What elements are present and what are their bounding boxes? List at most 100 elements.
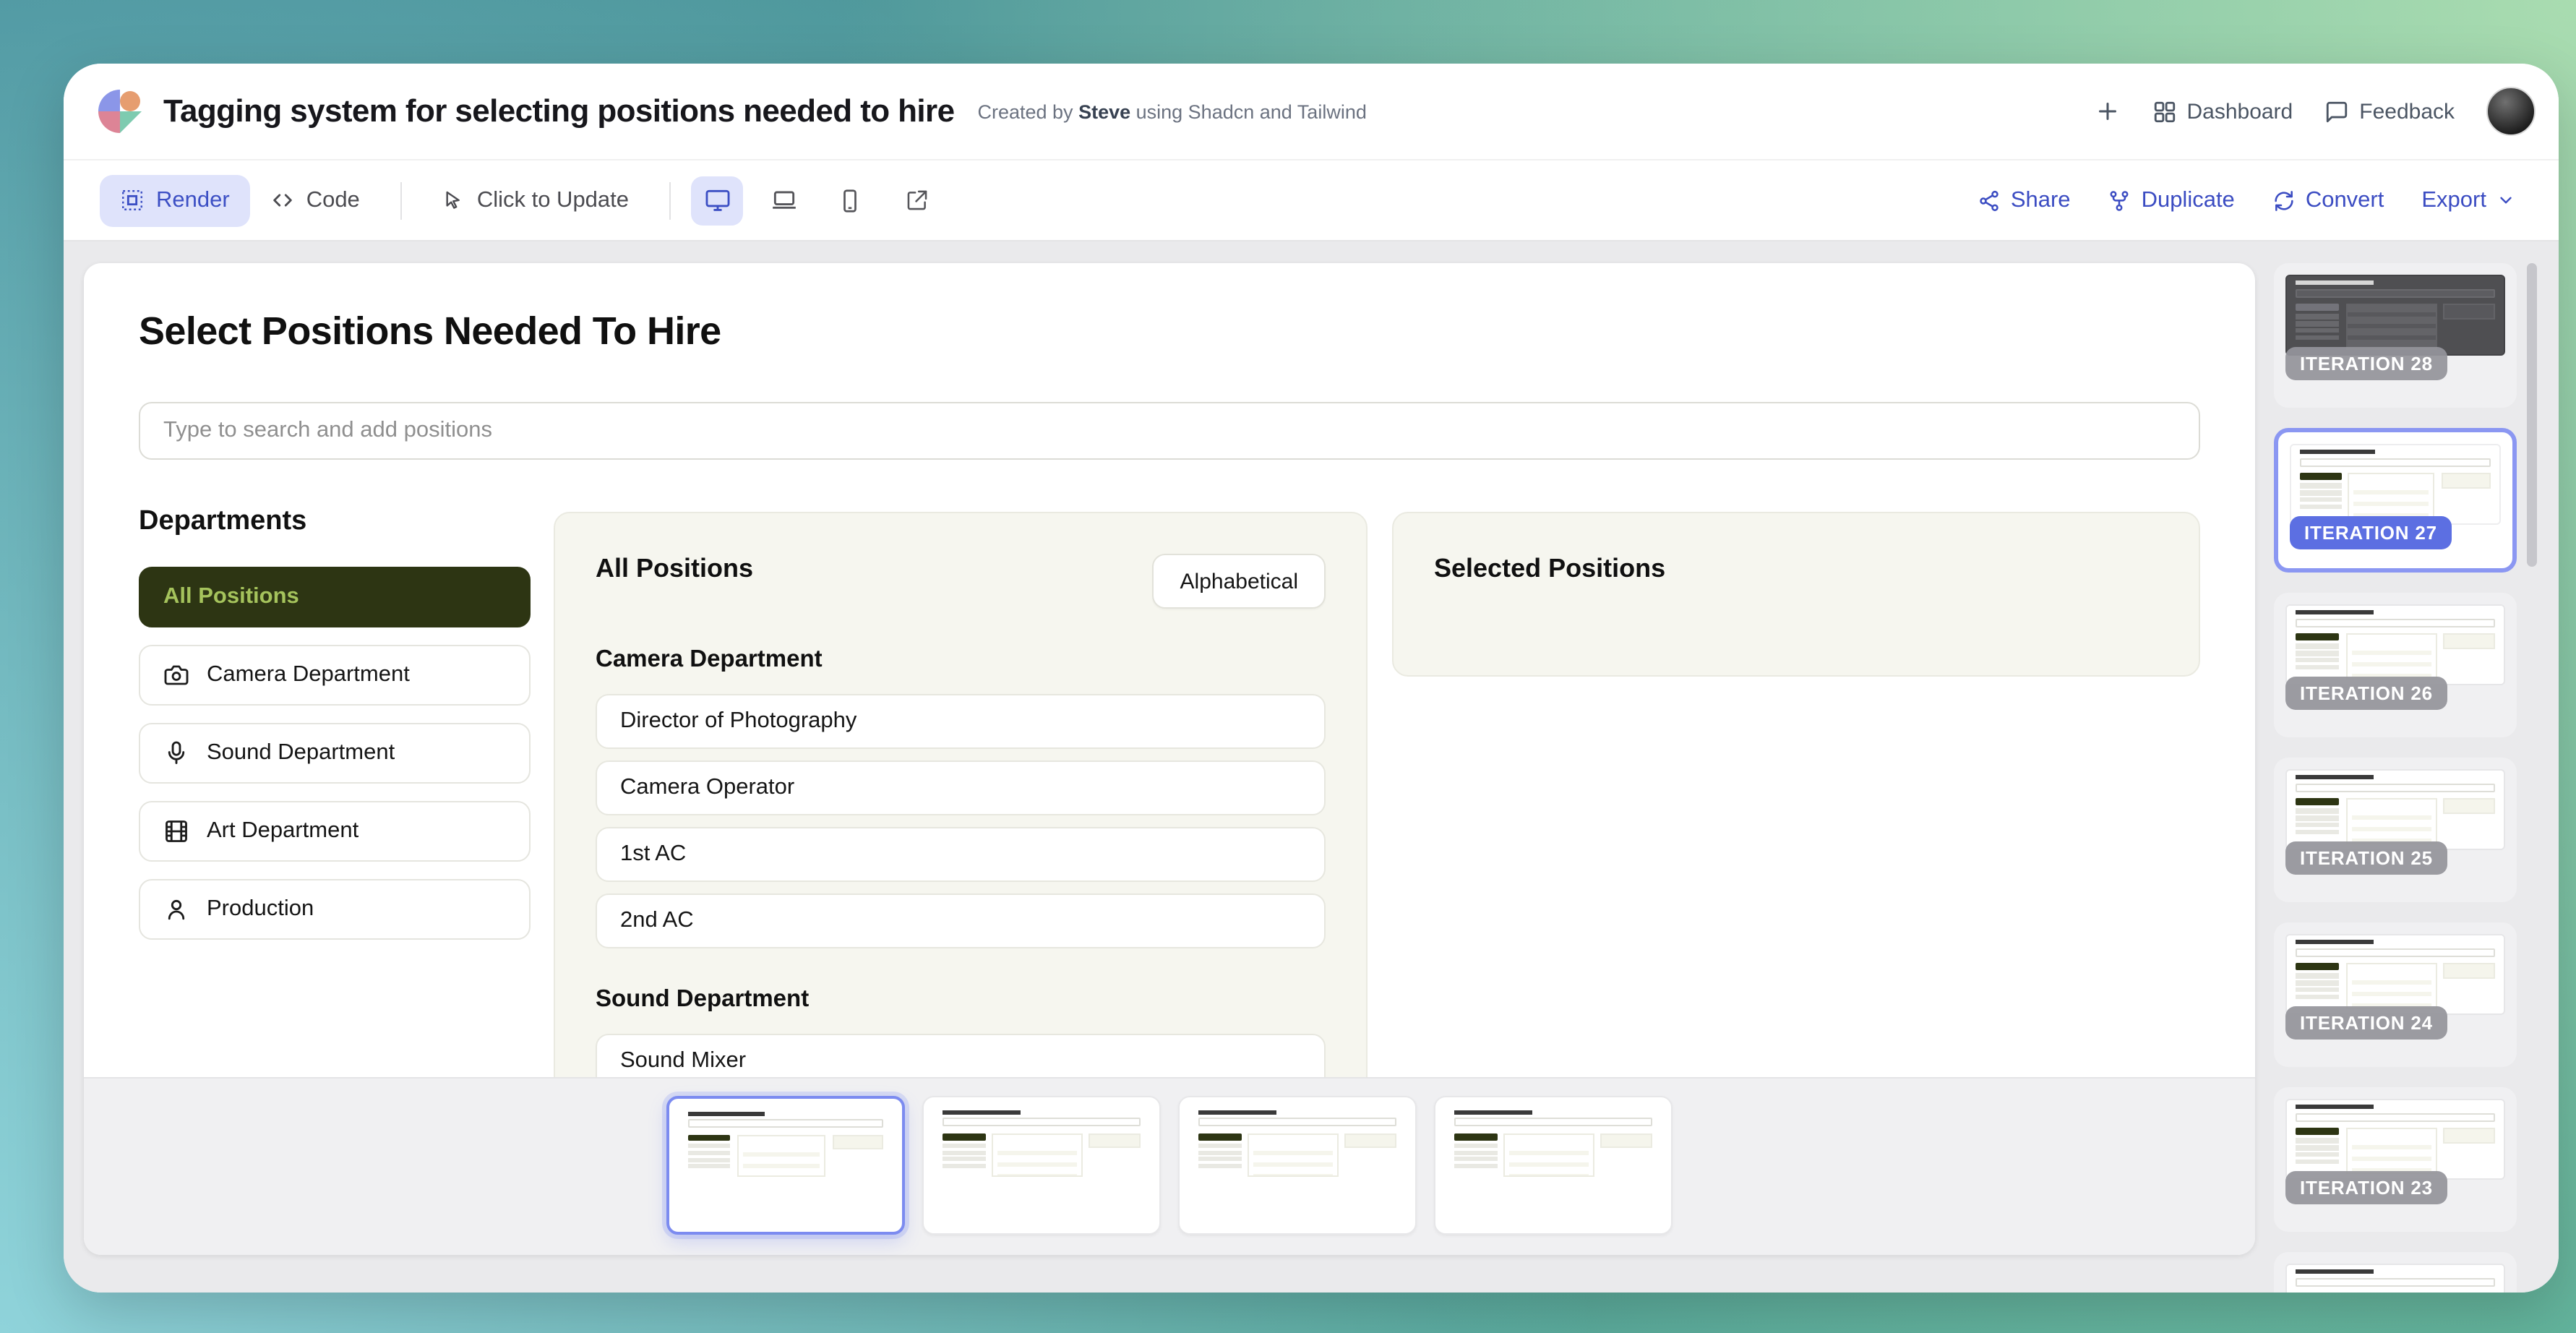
department-label: All Positions [163, 584, 299, 610]
iteration-thumbnail[interactable]: ITERATION 27 [2274, 428, 2517, 573]
new-project-button[interactable] [2094, 98, 2120, 124]
version-thumbnail[interactable] [922, 1096, 1161, 1235]
feedback-label: Feedback [2359, 99, 2455, 124]
iteration-thumbnail[interactable] [2274, 1252, 2517, 1293]
dashboard-button[interactable]: Dashboard [2152, 99, 2293, 124]
position-row[interactable]: Camera Operator [596, 760, 1326, 815]
iteration-badge: ITERATION 24 [2285, 1006, 2447, 1040]
project-title: Tagging system for selecting positions n… [163, 93, 954, 130]
department-button[interactable]: Production [139, 879, 531, 940]
all-positions-panel: All Positions Alphabetical Camera Depart… [554, 512, 1368, 1077]
magic-patterns-logo-icon[interactable] [98, 90, 142, 133]
iteration-thumbnail[interactable]: ITERATION 25 [2274, 758, 2517, 902]
thumbnail-preview [1446, 1106, 1661, 1182]
selected-positions-heading: Selected Positions [1434, 554, 2158, 584]
iteration-thumbnail[interactable]: ITERATION 28 [2274, 263, 2517, 408]
department-button[interactable]: All Positions [139, 567, 531, 627]
position-row[interactable]: Director of Photography [596, 694, 1326, 749]
departments-column: Departments All Positions Camera Departm… [139, 506, 531, 957]
iteration-thumbnail[interactable]: ITERATION 24 [2274, 922, 2517, 1067]
speech-bubble-icon [2324, 99, 2349, 124]
iteration-thumbnail[interactable]: ITERATION 23 [2274, 1087, 2517, 1232]
sort-alphabetical-button[interactable]: Alphabetical [1153, 554, 1326, 609]
convert-label: Convert [2306, 187, 2384, 213]
position-row[interactable]: Sound Mixer [596, 1034, 1326, 1077]
thumbnail-preview [2285, 769, 2505, 850]
header-actions: Dashboard Feedback [2094, 87, 2536, 136]
toolbar-divider [669, 181, 671, 219]
department-label: Sound Department [207, 740, 395, 766]
toolbar-divider [400, 181, 402, 219]
version-carousel [84, 1077, 2255, 1255]
department-label: Production [207, 896, 314, 922]
position-row[interactable]: 2nd AC [596, 893, 1326, 948]
iteration-badge: ITERATION 27 [2290, 516, 2452, 549]
export-label: Export [2421, 187, 2486, 213]
iteration-thumbnail[interactable]: ITERATION 26 [2274, 593, 2517, 737]
department-button[interactable]: Art Department [139, 801, 531, 862]
iteration-badge: ITERATION 28 [2285, 347, 2447, 380]
thumbnail-preview [2285, 275, 2505, 356]
versions-list [666, 1096, 1673, 1235]
thumbnail-preview [1190, 1106, 1405, 1182]
refresh-icon [2272, 189, 2296, 212]
code-label: Code [306, 187, 360, 213]
export-button[interactable]: Export [2421, 187, 2515, 213]
page: Tagging system for selecting positions n… [0, 0, 2576, 1333]
preview-canvas: Select Positions Needed To Hire Departme… [84, 263, 2255, 1255]
department-label: Camera Department [207, 662, 410, 688]
all-positions-heading: All Positions [596, 554, 753, 584]
app-header: Tagging system for selecting positions n… [64, 64, 2559, 159]
search-input[interactable] [139, 402, 2200, 460]
click-to-update-button[interactable]: Click to Update [422, 174, 649, 226]
iteration-badge: ITERATION 25 [2285, 841, 2447, 875]
thumbnail-preview [679, 1107, 892, 1182]
share-button[interactable]: Share [1978, 187, 2071, 213]
duplicate-button[interactable]: Duplicate [2108, 187, 2235, 213]
click-to-update-label: Click to Update [477, 187, 629, 213]
version-thumbnail[interactable] [1434, 1096, 1673, 1235]
thumbnail-preview [2285, 1099, 2505, 1180]
code-tab[interactable]: Code [250, 174, 380, 226]
user-avatar[interactable] [2486, 87, 2536, 136]
film-icon [163, 818, 189, 844]
render-icon [120, 188, 145, 213]
fork-icon [2108, 189, 2131, 212]
editor-toolbar: Render Code Click to Update Sh [64, 159, 2559, 241]
render-tab[interactable]: Render [100, 174, 250, 226]
device-preview-group [691, 176, 943, 225]
department-button[interactable]: Camera Department [139, 645, 531, 706]
department-button[interactable]: Sound Department [139, 723, 531, 784]
department-label: Art Department [207, 818, 359, 844]
thumbnail-preview [2285, 604, 2505, 685]
laptop-preview-button[interactable] [757, 176, 810, 225]
thumbnail-preview [2285, 1264, 2505, 1293]
code-icon [270, 188, 295, 213]
selected-positions-panel: Selected Positions [1392, 512, 2200, 677]
camera-icon [163, 662, 189, 688]
departments-heading: Departments [139, 506, 531, 538]
share-icon [1978, 189, 2001, 212]
render-label: Render [156, 187, 230, 213]
open-preview-icon[interactable] [890, 176, 943, 225]
duplicate-label: Duplicate [2142, 187, 2235, 213]
feedback-button[interactable]: Feedback [2324, 99, 2455, 124]
share-label: Share [2011, 187, 2071, 213]
app-window: Tagging system for selecting positions n… [64, 64, 2559, 1293]
toolbar-actions: Share Duplicate Convert Export [1978, 187, 2515, 213]
positions-groups: Camera DepartmentDirector of Photography… [596, 646, 1326, 1077]
position-row[interactable]: 1st AC [596, 827, 1326, 882]
scrollbar-thumb[interactable] [2527, 263, 2537, 567]
iteration-badge: ITERATION 23 [2285, 1171, 2447, 1204]
iterations-sidebar: ITERATION 28 ITERATION 27 ITERATION 26 I… [2274, 263, 2517, 1293]
mobile-preview-button[interactable] [824, 176, 876, 225]
convert-button[interactable]: Convert [2272, 187, 2384, 213]
chevron-down-icon [2496, 191, 2515, 210]
thumbnail-preview [2290, 444, 2501, 525]
microphone-icon [163, 740, 189, 766]
iteration-badge: ITERATION 26 [2285, 677, 2447, 710]
thumbnail-preview [934, 1106, 1149, 1182]
version-thumbnail[interactable] [666, 1096, 905, 1235]
desktop-preview-button[interactable] [691, 176, 743, 225]
version-thumbnail[interactable] [1178, 1096, 1417, 1235]
